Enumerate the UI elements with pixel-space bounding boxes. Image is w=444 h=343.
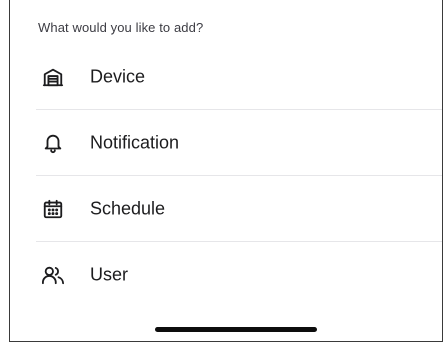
add-options-list: Device Notification Schedule User xyxy=(10,44,442,308)
menu-item-label: User xyxy=(90,264,129,285)
menu-item-device[interactable]: Device xyxy=(10,44,442,110)
add-options-sheet: What would you like to add? Device Notif… xyxy=(9,0,443,342)
bell-icon xyxy=(41,131,65,155)
garage-icon xyxy=(41,65,65,89)
menu-item-notification[interactable]: Notification xyxy=(10,110,442,176)
users-icon xyxy=(41,263,65,287)
menu-item-label: Device xyxy=(90,66,146,87)
menu-item-schedule[interactable]: Schedule xyxy=(10,176,442,242)
menu-item-user[interactable]: User xyxy=(10,242,442,308)
home-indicator[interactable] xyxy=(155,327,317,332)
menu-item-label: Schedule xyxy=(90,198,166,219)
menu-item-label: Notification xyxy=(90,132,180,153)
sheet-prompt: What would you like to add? xyxy=(38,20,204,35)
calendar-icon xyxy=(41,197,65,221)
